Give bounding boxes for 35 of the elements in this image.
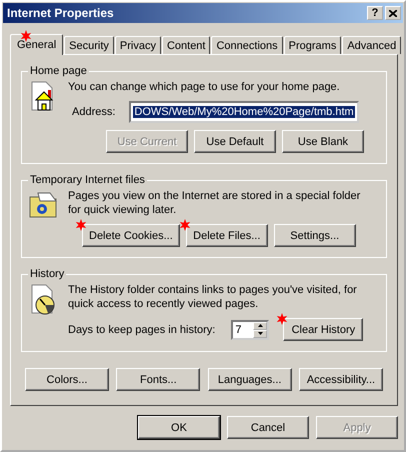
tab[interactable]: General	[10, 34, 64, 55]
up-arrow-icon	[258, 324, 263, 327]
days-label: Days to keep pages in history:	[68, 324, 216, 336]
tab[interactable]: Programs	[284, 36, 342, 54]
home-page-button[interactable]: Use Blank	[282, 130, 364, 153]
tab[interactable]: Advanced	[342, 36, 402, 54]
window-title: Internet Properties	[7, 6, 114, 20]
temporary-files-button[interactable]: Delete Files...	[186, 224, 268, 247]
group-title: Temporary Internet files	[29, 174, 146, 186]
options-button[interactable]: Colors...	[25, 368, 109, 391]
options-button[interactable]: Fonts...	[116, 368, 200, 391]
close-icon	[389, 10, 397, 16]
clear-history-button[interactable]: Clear History	[283, 318, 364, 341]
group-title: Home page	[29, 65, 88, 77]
temporary-files-button[interactable]: Delete Cookies...	[82, 224, 180, 247]
home-page-button[interactable]: Use Default	[194, 130, 276, 153]
address-field[interactable]: DOWS/Web/My%20Home%20Page/tmb.htm	[129, 101, 359, 123]
options-button[interactable]: Accessibility...	[298, 368, 383, 391]
tab[interactable]: Security	[64, 36, 114, 54]
address-label: Address:	[72, 106, 116, 118]
dialog-button[interactable]: OK	[138, 416, 220, 439]
dialog-button[interactable]: Cancel	[227, 416, 309, 439]
temporary-files-button[interactable]: Settings...	[274, 224, 356, 247]
help-button[interactable]: ?	[367, 6, 383, 20]
description-text: You can change which page to use for your home page.	[68, 80, 341, 94]
group-title: History	[29, 268, 66, 280]
tab[interactable]: Content	[162, 36, 210, 54]
description-text: Pages you view on the Internet are stored in a special folder for quick viewing later.	[68, 189, 362, 217]
tab[interactable]: Connections	[211, 36, 283, 54]
close-button[interactable]	[385, 6, 401, 20]
description-text: The History folder contains links to pages you've visited, for quick access to recently viewed pages.	[68, 283, 358, 311]
tab[interactable]: Privacy	[114, 36, 161, 54]
down-arrow-icon	[258, 332, 263, 335]
options-button[interactable]: Languages...	[208, 368, 292, 391]
days-spinner[interactable]: 7	[231, 320, 270, 340]
